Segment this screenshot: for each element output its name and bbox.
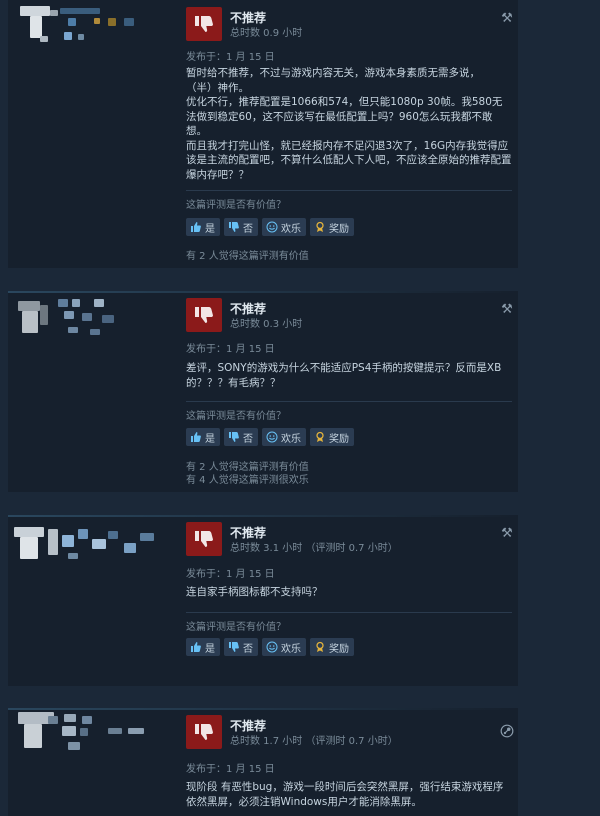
smiley-icon <box>265 641 278 654</box>
helpful-question: 这篇评测是否有价值？ <box>186 622 286 633</box>
helpful-question: 这篇评测是否有价值？ <box>186 411 286 422</box>
wrench-icon[interactable]: ⚒ <box>500 12 514 26</box>
vote-no-button[interactable]: 否 <box>224 638 258 656</box>
review-card: 不推荐 总时数 0.3 小时 ⚒ 发布于：1 月 15 日 差评，SONY的游戏… <box>8 291 518 492</box>
posted-date: 发布于：1 月 15 日 <box>186 52 275 63</box>
avatar-obscured[interactable] <box>8 291 178 371</box>
vote-funny-button[interactable]: 欢乐 <box>262 218 306 236</box>
avatar-obscured[interactable] <box>8 515 178 595</box>
posted-date: 发布于：1 月 15 日 <box>186 569 275 580</box>
review-card: 不推荐 总时数 1.7 小时 （评测时 0.7 小时） 发布于：1 月 15 日… <box>8 708 518 816</box>
vote-yes-label: 是 <box>205 433 215 445</box>
thumbs-down-icon <box>186 522 222 556</box>
award-button[interactable]: 奖励 <box>310 218 354 236</box>
thumbs-up-icon <box>189 221 202 234</box>
wrench-icon[interactable]: ⚒ <box>500 303 514 317</box>
vote-no-label: 否 <box>243 223 253 235</box>
playtime: 总时数 3.1 小时 （评测时 0.7 小时） <box>230 543 398 554</box>
vote-yes-button[interactable]: 是 <box>186 428 220 446</box>
vote-buttons: 是 否 欢乐 奖励 <box>186 218 354 236</box>
playtime: 总时数 0.3 小时 <box>230 319 303 330</box>
vote-funny-button[interactable]: 欢乐 <box>262 428 306 446</box>
avatar-obscured[interactable] <box>8 708 178 788</box>
thumbs-up-icon <box>189 431 202 444</box>
playtime: 总时数 1.7 小时 （评测时 0.7 小时） <box>230 736 398 747</box>
smiley-icon <box>265 221 278 234</box>
vote-buttons: 是 否 欢乐 奖励 <box>186 428 354 446</box>
review-card: 不推荐 总时数 0.9 小时 ⚒ 发布于：1 月 15 日 暂时给不推荐，不过与… <box>8 0 518 268</box>
review-card: 不推荐 总时数 3.1 小时 （评测时 0.7 小时） ⚒ 发布于：1 月 15… <box>8 515 518 686</box>
vote-no-button[interactable]: 否 <box>224 428 258 446</box>
thumbs-up-icon <box>189 641 202 654</box>
review-text: 暂时给不推荐，不过与游戏内容无关，游戏本身素质无需多说， （半）神作。 优化不行… <box>186 67 512 181</box>
thumbs-down-icon <box>186 715 222 749</box>
award-icon <box>313 221 326 234</box>
helpful-question: 这篇评测是否有价值？ <box>186 200 286 211</box>
funny-count: 有 4 人觉得这篇评测很欢乐 <box>186 475 309 486</box>
smiley-icon <box>265 431 278 444</box>
vote-no-label: 否 <box>243 643 253 655</box>
helpful-count: 有 2 人觉得这篇评测有价值 <box>186 251 309 262</box>
vote-yes-button[interactable]: 是 <box>186 638 220 656</box>
vote-funny-label: 欢乐 <box>281 643 301 655</box>
vote-funny-button[interactable]: 欢乐 <box>262 638 306 656</box>
vote-no-label: 否 <box>243 433 253 445</box>
vote-funny-label: 欢乐 <box>281 433 301 445</box>
vote-buttons: 是 否 欢乐 奖励 <box>186 638 354 656</box>
vote-yes-label: 是 <box>205 643 215 655</box>
award-label: 奖励 <box>329 223 349 235</box>
award-button[interactable]: 奖励 <box>310 428 354 446</box>
playtime: 总时数 0.9 小时 <box>230 28 303 39</box>
vote-yes-label: 是 <box>205 223 215 235</box>
award-icon <box>313 641 326 654</box>
thumbs-down-icon <box>186 298 222 332</box>
divider <box>186 401 512 402</box>
review-text: 现阶段 有恶性bug，游戏一段时间后会突然黑屏，强行结束游戏程序依然黑屏，必须注… <box>186 781 504 808</box>
divider <box>186 612 512 613</box>
divider <box>186 190 512 191</box>
award-label: 奖励 <box>329 643 349 655</box>
thumbs-down-icon <box>227 221 240 234</box>
avatar-obscured[interactable] <box>8 0 178 80</box>
vote-yes-button[interactable]: 是 <box>186 218 220 236</box>
wrench-icon[interactable]: ⚒ <box>500 527 514 541</box>
award-icon <box>313 431 326 444</box>
review-text: 差评，SONY的游戏为什么不能适应PS4手柄的按键提示？反而是XB的？？？有毛病… <box>186 362 502 389</box>
steam-icon[interactable] <box>500 724 514 738</box>
award-button[interactable]: 奖励 <box>310 638 354 656</box>
vote-funny-label: 欢乐 <box>281 223 301 235</box>
posted-date: 发布于：1 月 15 日 <box>186 344 275 355</box>
vote-no-button[interactable]: 否 <box>224 218 258 236</box>
award-label: 奖励 <box>329 433 349 445</box>
thumbs-down-icon <box>186 7 222 41</box>
posted-date: 发布于：1 月 15 日 <box>186 764 275 775</box>
thumbs-down-icon <box>227 641 240 654</box>
review-text: 连自家手柄图标都不支持吗？ <box>186 586 323 598</box>
thumbs-down-icon <box>227 431 240 444</box>
